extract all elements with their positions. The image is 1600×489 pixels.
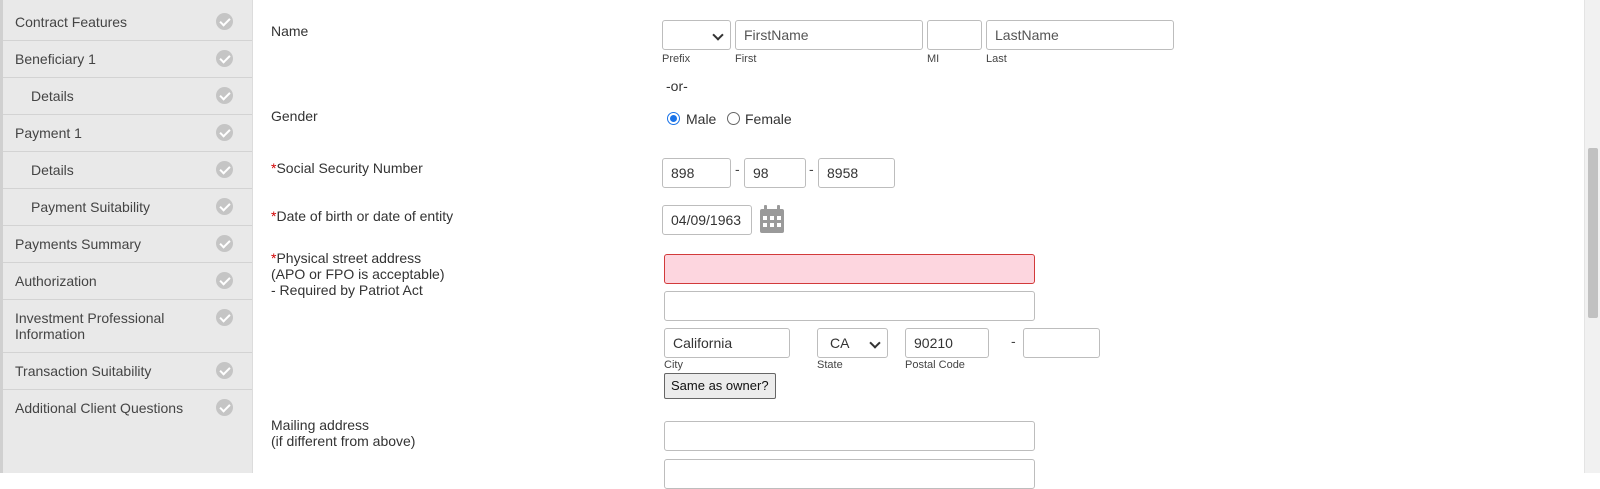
sidebar-item-label: Beneficiary 1: [15, 51, 96, 67]
sidebar-item-contract-features[interactable]: Contract Features: [3, 4, 252, 41]
gender-label: Gender: [271, 108, 318, 124]
check-circle-icon: [216, 309, 233, 326]
physical-address-label-line1: *Physical street address: [271, 250, 422, 266]
gender-male-radio[interactable]: [667, 112, 680, 125]
postal-separator: -: [1011, 333, 1016, 349]
check-circle-icon: [216, 13, 233, 30]
sidebar-item-payment-details[interactable]: Details: [3, 152, 252, 189]
sidebar-item-label: Payments Summary: [15, 236, 142, 252]
physical-address-label-line3: - Required by Patriot Act: [271, 282, 423, 298]
ssn-label-text: Social Security Number: [276, 160, 423, 176]
calendar-icon[interactable]: [758, 204, 786, 234]
gender-female-label: Female: [745, 111, 792, 127]
gender-male-label: Male: [686, 111, 717, 127]
prefix-sublabel: Prefix: [662, 53, 691, 65]
mi-sublabel: MI: [927, 53, 940, 65]
sidebar-item-label: Contract Features: [15, 14, 128, 30]
city-input[interactable]: California: [664, 328, 790, 358]
sidebar-item-investment-professional[interactable]: Investment Professional Information: [3, 300, 252, 353]
sidebar-item-label: Payment 1: [15, 125, 82, 141]
state-select[interactable]: CA: [817, 328, 888, 358]
mailing-street-2-input[interactable]: [664, 459, 1035, 489]
street-address-2-input[interactable]: [664, 291, 1035, 321]
sidebar-item-payments-summary[interactable]: Payments Summary: [3, 226, 252, 263]
check-circle-icon: [216, 124, 233, 141]
sidebar-item-authorization[interactable]: Authorization: [3, 263, 252, 300]
scrollbar-thumb[interactable]: [1588, 148, 1598, 318]
mailing-address-label-line1: Mailing address: [271, 417, 370, 433]
check-circle-icon: [216, 50, 233, 67]
mailing-address-label-line2: (if different from above): [271, 433, 416, 449]
ssn-part3-input[interactable]: 8958: [818, 158, 895, 188]
postal-ext-input[interactable]: [1023, 328, 1100, 358]
first-name-input[interactable]: FirstName: [735, 20, 923, 50]
first-sublabel: First: [735, 53, 757, 65]
dob-input[interactable]: 04/09/1963: [662, 205, 752, 235]
sidebar-item-label: Additional Client Questions: [15, 400, 184, 416]
last-sublabel: Last: [986, 53, 1007, 65]
sidebar-item-transaction-suitability[interactable]: Transaction Suitability: [3, 353, 252, 390]
dob-label: *Date of birth or date of entity: [271, 208, 453, 224]
sidebar-item-payment-1[interactable]: Payment 1: [3, 115, 252, 152]
check-circle-icon: [216, 272, 233, 289]
check-circle-icon: [216, 399, 233, 416]
prefix-select[interactable]: [662, 20, 731, 50]
sidebar: Contract Features Beneficiary 1 Details …: [0, 0, 253, 473]
last-name-input[interactable]: LastName: [986, 20, 1174, 50]
sidebar-item-label: Transaction Suitability: [15, 363, 152, 379]
vertical-scrollbar[interactable]: [1584, 0, 1600, 473]
postal-code-sublabel: Postal Code: [905, 359, 965, 371]
city-sublabel: City: [664, 359, 683, 371]
check-circle-icon: [216, 235, 233, 252]
state-sublabel: State: [817, 359, 843, 371]
name-label: Name: [271, 23, 309, 39]
sidebar-item-additional-client-questions[interactable]: Additional Client Questions: [3, 390, 252, 427]
ssn-part2-input[interactable]: 98: [744, 158, 806, 188]
check-circle-icon: [216, 362, 233, 379]
or-separator: -or-: [666, 78, 688, 94]
sidebar-item-beneficiary-1[interactable]: Beneficiary 1: [3, 41, 252, 78]
sidebar-item-label: Details: [31, 162, 74, 178]
sidebar-item-label: Investment Professional Information: [15, 310, 165, 342]
physical-address-label-line2: (APO or FPO is acceptable): [271, 266, 445, 282]
same-as-owner-button[interactable]: Same as owner?: [664, 373, 776, 399]
gender-female-radio[interactable]: [727, 112, 740, 125]
ssn-separator: -: [809, 161, 814, 177]
ssn-label: *Social Security Number: [271, 160, 423, 176]
postal-code-input[interactable]: 90210: [905, 328, 989, 358]
check-circle-icon: [216, 87, 233, 104]
check-circle-icon: [216, 198, 233, 215]
sidebar-item-label: Payment Suitability: [31, 199, 151, 215]
middle-initial-input[interactable]: [927, 20, 982, 50]
mailing-street-1-input[interactable]: [664, 421, 1035, 451]
street-address-1-input[interactable]: [664, 254, 1035, 284]
sidebar-item-label: Authorization: [15, 273, 97, 289]
dob-label-text: Date of birth or date of entity: [276, 208, 454, 224]
sidebar-item-beneficiary-details[interactable]: Details: [3, 78, 252, 115]
physical-address-label: *Physical street address (APO or FPO is …: [271, 250, 445, 298]
sidebar-item-label: Details: [31, 88, 74, 104]
check-circle-icon: [216, 161, 233, 178]
sidebar-item-payment-suitability[interactable]: Payment Suitability: [3, 189, 252, 226]
ssn-separator: -: [735, 161, 740, 177]
ssn-part1-input[interactable]: 898: [662, 158, 731, 188]
mailing-address-label: Mailing address (if different from above…: [271, 417, 415, 449]
